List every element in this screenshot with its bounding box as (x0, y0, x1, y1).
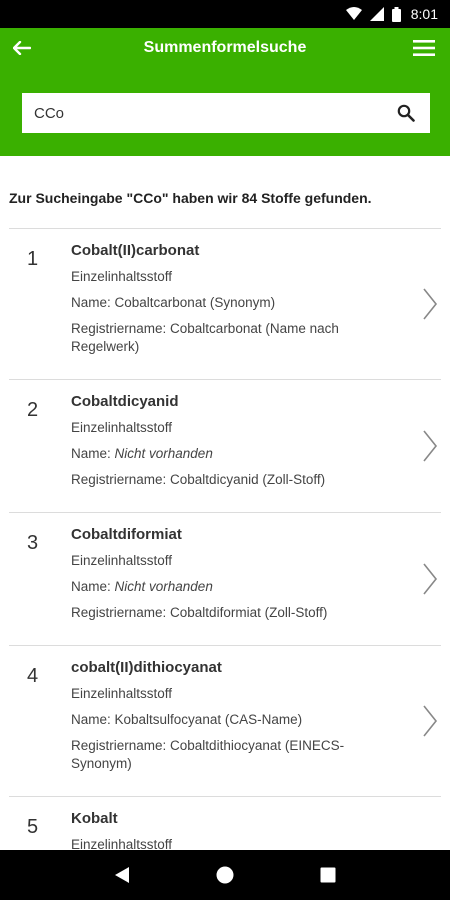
item-number: 2 (27, 399, 39, 421)
list-item[interactable]: 4 cobalt(II)dithiocyanat Einzelinhaltsst… (9, 645, 441, 796)
results-list: 1 Cobalt(II)carbonat Einzelinhaltsstoff … (9, 228, 441, 850)
chevron-right-icon (423, 430, 438, 462)
item-name: Name: Kobaltsulfocyanat (CAS-Name) (71, 711, 391, 729)
search-area (0, 68, 450, 156)
item-body: Cobaltdiformiat Einzelinhaltsstoff Name:… (71, 526, 391, 622)
search-input[interactable] (34, 104, 394, 122)
menu-button[interactable] (410, 34, 438, 62)
hamburger-menu-icon (413, 40, 435, 56)
item-registername-cont: Synonym) (71, 756, 132, 771)
item-registername: Registriername: Cobaltcarbonat (Name nac… (71, 321, 339, 336)
list-item[interactable]: 1 Cobalt(II)carbonat Einzelinhaltsstoff … (9, 228, 441, 379)
wifi-icon (345, 7, 362, 21)
item-title: cobalt(II)dithiocyanat (71, 659, 222, 676)
list-item[interactable]: 3 Cobaltdiformiat Einzelinhaltsstoff Nam… (9, 512, 441, 645)
result-summary: Zur Sucheingabe "CCo" haben wir 84 Stoff… (9, 190, 372, 206)
item-name: Name: Cobaltcarbonat (Synonym) (71, 294, 391, 312)
chevron-right-icon (423, 288, 438, 320)
square-recents-icon (320, 867, 336, 883)
item-name-value: Nicht vorhanden (114, 579, 213, 594)
status-time: 8:01 (410, 6, 438, 22)
item-registername: Registriername: Cobaltdicyanid (Zoll-Sto… (71, 472, 326, 487)
results-content: Zur Sucheingabe "CCo" haben wir 84 Stoff… (0, 156, 450, 850)
system-nav-bar (0, 850, 450, 900)
triangle-back-icon (114, 867, 129, 883)
search-icon (397, 104, 415, 122)
item-name-value: Kobaltsulfocyanat (CAS-Name) (114, 712, 303, 727)
signal-icon (369, 7, 384, 21)
item-title: Cobaltdiformiat (71, 526, 182, 543)
circle-home-icon (216, 866, 234, 884)
item-name-label: Name: (71, 712, 115, 727)
battery-icon (391, 6, 401, 22)
item-name-value: Nicht vorhanden (114, 446, 213, 461)
item-name-value: Cobaltcarbonat (Synonym) (114, 295, 276, 310)
item-type: Einzelinhaltsstoff (71, 269, 173, 284)
item-name-label: Name: (71, 579, 115, 594)
search-box (22, 93, 430, 133)
item-body: Kobalt Einzelinhaltsstoff (71, 810, 391, 850)
item-name-label: Name: (71, 295, 115, 310)
item-type: Einzelinhaltsstoff (71, 837, 173, 850)
item-title: Cobalt(II)carbonat (71, 242, 200, 259)
item-registername: Registriername: Cobaltdithiocyanat (EINE… (71, 738, 345, 753)
item-number: 1 (27, 248, 39, 270)
item-body: Cobaltdicyanid Einzelinhaltsstoff Name: … (71, 393, 391, 489)
item-type: Einzelinhaltsstoff (71, 420, 173, 435)
item-type: Einzelinhaltsstoff (71, 553, 173, 568)
arrow-left-icon (13, 41, 31, 55)
nav-back-button[interactable] (107, 860, 137, 890)
item-registername-cont: Regelwerk) (71, 339, 140, 354)
search-button[interactable] (394, 101, 418, 125)
back-button[interactable] (8, 34, 36, 62)
status-bar: 8:01 (0, 0, 450, 28)
page-title: Summenformelsuche (143, 39, 307, 56)
item-number: 3 (27, 532, 39, 554)
chevron-right-icon (423, 705, 438, 737)
item-registername: Registriername: Cobaltdiformiat (Zoll-St… (71, 605, 328, 620)
item-title: Cobaltdicyanid (71, 393, 179, 410)
item-body: cobalt(II)dithiocyanat Einzelinhaltsstof… (71, 659, 391, 773)
item-type: Einzelinhaltsstoff (71, 686, 173, 701)
list-item[interactable]: 2 Cobaltdicyanid Einzelinhaltsstoff Name… (9, 379, 441, 512)
item-name: Name: Nicht vorhanden (71, 445, 391, 463)
item-name-label: Name: (71, 446, 115, 461)
item-number: 4 (27, 665, 39, 687)
item-name: Name: Nicht vorhanden (71, 578, 391, 596)
nav-recents-button[interactable] (313, 860, 343, 890)
item-title: Kobalt (71, 810, 118, 827)
chevron-right-icon (423, 563, 438, 595)
app-bar: Summenformelsuche (0, 28, 450, 68)
item-number: 5 (27, 816, 39, 838)
list-item[interactable]: 5 Kobalt Einzelinhaltsstoff (9, 796, 441, 850)
item-body: Cobalt(II)carbonat Einzelinhaltsstoff Na… (71, 242, 391, 356)
nav-home-button[interactable] (210, 860, 240, 890)
